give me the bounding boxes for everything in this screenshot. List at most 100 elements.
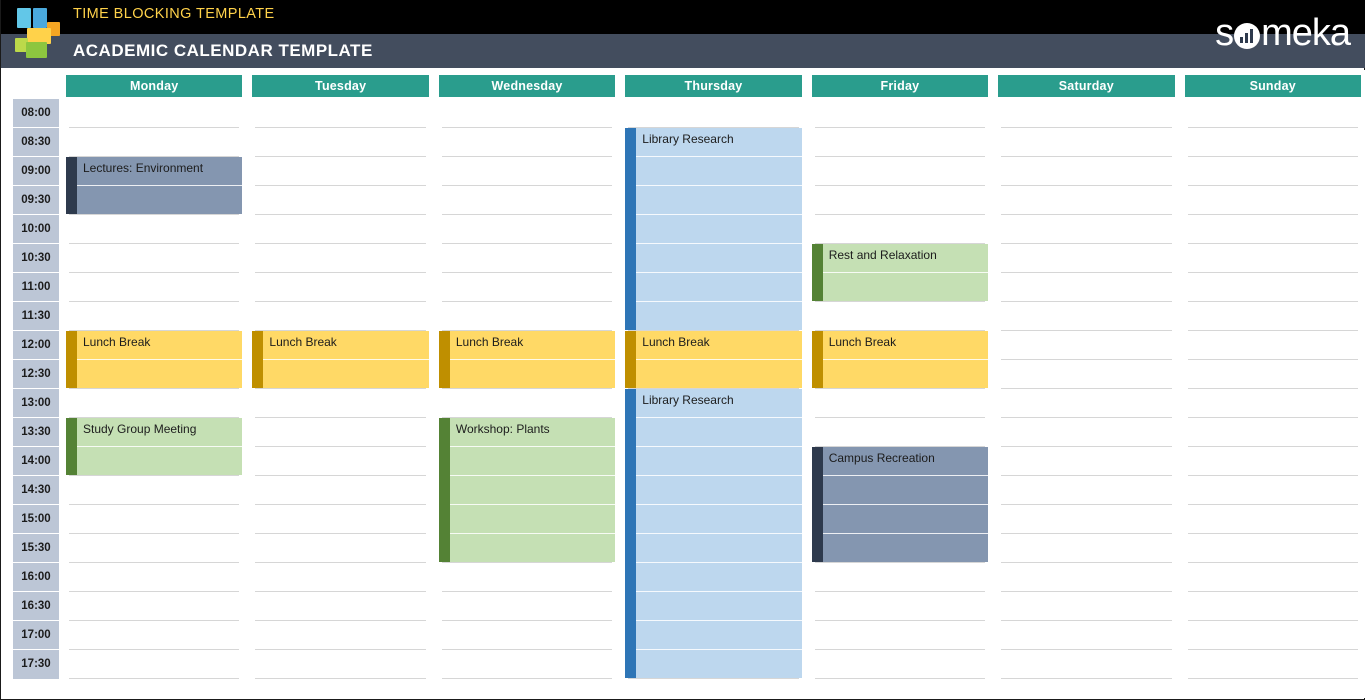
events-layer: Lectures: Environment Lunch Break Study Gr… [66, 99, 243, 697]
time-slot-label: 10:30 [13, 244, 59, 273]
day-column-saturday[interactable] [998, 99, 1174, 697]
event-color-bar [811, 244, 823, 301]
day-column-tuesday[interactable]: Lunch Break [252, 99, 429, 697]
time-slot-label: 15:30 [13, 534, 59, 563]
event-color-bar [438, 418, 450, 562]
event-body: Lectures: Environment [77, 157, 243, 214]
time-slot-label: 11:00 [13, 273, 59, 302]
event-body: Campus Recreation [822, 447, 989, 562]
someka-blocks-logo-icon [13, 6, 67, 62]
day-column-friday[interactable]: Rest and Relaxation Lunch Break Campus Rec… [811, 99, 989, 697]
event-label: Library Research [642, 132, 734, 146]
time-slot-label: 16:30 [13, 592, 59, 621]
time-axis-column: 08:00 08:30 09:00 09:30 10:00 10:30 11:00 11:30… [1, 99, 61, 697]
day-header-friday[interactable]: Friday [811, 75, 989, 97]
day-header-thursday[interactable]: Thursday [625, 75, 802, 97]
event-label: Workshop: Plants [455, 422, 550, 436]
calendar-grid: 08:00 08:30 09:00 09:30 10:00 10:30 11:00 11:30… [1, 99, 1365, 697]
event-body: Lunch Break [449, 331, 616, 388]
calendar-event[interactable]: Lunch Break [625, 331, 802, 388]
event-color-bar [438, 331, 450, 388]
events-layer [1185, 99, 1361, 697]
event-body: Library Research [636, 128, 802, 330]
template-kicker-title: TIME BLOCKING TEMPLATE [73, 6, 275, 22]
time-slot-label: 08:00 [13, 99, 59, 128]
event-gridlines [449, 418, 616, 562]
day-header-wednesday[interactable]: Wednesday [438, 75, 616, 97]
calendar-event[interactable]: Rest and Relaxation [811, 244, 989, 301]
application-window: TIME BLOCKING TEMPLATE ACADEMIC CALENDAR… [0, 0, 1365, 700]
weekly-calendar: Monday Tuesday Wednesday Thursday Friday… [1, 70, 1365, 698]
event-color-bar [66, 418, 77, 475]
event-label: Campus Recreation [828, 451, 935, 465]
time-slot-label: 13:30 [13, 418, 59, 447]
calendar-event[interactable]: Lunch Break [811, 331, 989, 388]
event-color-bar [811, 447, 823, 562]
calendar-event[interactable]: Lunch Break [252, 331, 429, 388]
brand-text-suffix: meka [1261, 12, 1351, 54]
event-color-bar [625, 128, 637, 330]
events-layer: Library Research Lunch Break Library Resea… [625, 99, 802, 697]
event-label: Rest and Relaxation [828, 248, 937, 262]
time-column-header-spacer [1, 75, 61, 97]
bar-chart-icon [1234, 23, 1261, 49]
event-label: Lunch Break [83, 335, 151, 349]
day-header-saturday[interactable]: Saturday [998, 75, 1175, 97]
day-column-thursday[interactable]: Library Research Lunch Break Library Resea… [625, 99, 802, 697]
time-slot-label: 09:30 [13, 186, 59, 215]
day-column-wednesday[interactable]: Lunch Break Workshop: Plants [438, 99, 616, 697]
day-column-monday[interactable]: Lectures: Environment Lunch Break Study Gr… [66, 99, 243, 697]
calendar-event[interactable]: Campus Recreation [811, 447, 989, 562]
event-label: Lectures: Environment [83, 161, 204, 175]
event-gridlines [636, 128, 802, 330]
event-label: Study Group Meeting [83, 422, 197, 436]
events-layer: Rest and Relaxation Lunch Break Campus Rec… [811, 99, 989, 697]
time-slot-label: 16:00 [13, 563, 59, 592]
time-slot-label: 10:00 [13, 215, 59, 244]
time-slot-label: 13:00 [13, 389, 59, 418]
time-slot-label: 15:00 [13, 505, 59, 534]
event-color-bar [811, 331, 823, 388]
event-color-bar [625, 389, 637, 678]
calendar-event[interactable]: Library Research [625, 128, 802, 330]
event-label: Lunch Break [828, 335, 897, 349]
event-body: Library Research [636, 389, 802, 678]
event-label: Lunch Break [269, 335, 337, 349]
time-slot-label: 11:30 [13, 302, 59, 331]
event-color-bar [625, 331, 637, 388]
time-slot-label: 14:00 [13, 447, 59, 476]
brand-text-prefix: s [1215, 12, 1234, 54]
event-label: Lunch Break [455, 335, 524, 349]
calendar-event[interactable]: Lectures: Environment [66, 157, 243, 214]
calendar-event[interactable]: Study Group Meeting [66, 418, 243, 475]
header-top-bar: TIME BLOCKING TEMPLATE [1, 0, 1365, 34]
day-header-monday[interactable]: Monday [66, 75, 243, 97]
time-slot-label: 09:00 [13, 157, 59, 186]
time-slot-label: 17:00 [13, 621, 59, 650]
event-body: Rest and Relaxation [822, 244, 989, 301]
day-header-row: Monday Tuesday Wednesday Thursday Friday… [1, 75, 1365, 97]
day-header-sunday[interactable]: Sunday [1184, 75, 1361, 97]
time-slot-label: 12:30 [13, 360, 59, 389]
calendar-event[interactable]: Library Research [625, 389, 802, 678]
event-color-bar [66, 157, 77, 214]
calendar-event[interactable]: Workshop: Plants [438, 418, 616, 562]
calendar-event[interactable]: Lunch Break [438, 331, 616, 388]
time-slot-label: 17:30 [13, 650, 59, 679]
day-column-sunday[interactable] [1185, 99, 1361, 697]
event-body: Study Group Meeting [77, 418, 243, 475]
header-title-bar: ACADEMIC CALENDAR TEMPLATE [1, 34, 1365, 68]
calendar-event[interactable]: Lunch Break [66, 331, 243, 388]
events-layer: Lunch Break [252, 99, 429, 697]
event-body: Lunch Break [263, 331, 429, 388]
day-header-tuesday[interactable]: Tuesday [252, 75, 429, 97]
time-slot-label: 14:30 [13, 476, 59, 505]
event-body: Lunch Break [822, 331, 989, 388]
event-body: Lunch Break [77, 331, 243, 388]
event-gridlines [636, 389, 802, 678]
events-layer: Lunch Break Workshop: Plants [438, 99, 616, 697]
page-header: TIME BLOCKING TEMPLATE ACADEMIC CALENDAR… [1, 0, 1365, 68]
page-title: ACADEMIC CALENDAR TEMPLATE [73, 41, 373, 60]
event-label: Lunch Break [642, 335, 710, 349]
event-body: Lunch Break [636, 331, 802, 388]
